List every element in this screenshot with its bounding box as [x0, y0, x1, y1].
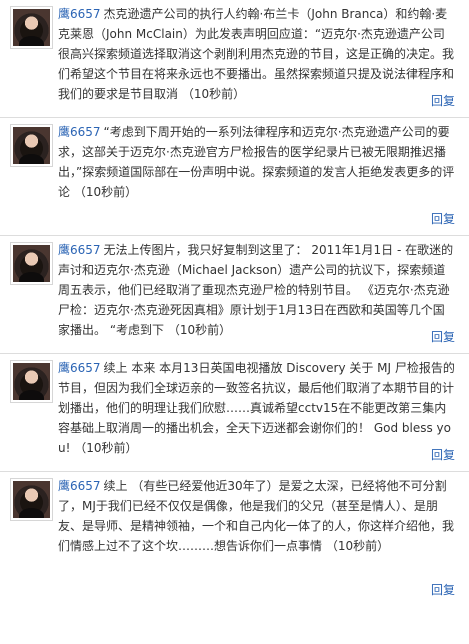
comment-text: “考虑到下周开始的一系列法律程序和迈克尔·杰克逊遗产公司的要求，这部关于迈克尔·… — [58, 125, 455, 199]
reply-link[interactable]: 回复 — [431, 210, 455, 227]
reply-link[interactable]: 回复 — [431, 446, 455, 463]
comment-text: 续上 （有些已经爱他近30年了）是爱之太深，已经将他不可分割了，MJ于我们已经不… — [58, 479, 455, 553]
reply-link[interactable]: 回复 — [431, 581, 455, 598]
user-avatar-image — [13, 9, 50, 46]
comment-body: 鹰6657 “考虑到下周开始的一系列法律程序和迈克尔·杰克逊遗产公司的要求，这部关… — [58, 122, 455, 202]
comment-item: 鹰6657 杰克逊遗产公司的执行人约翰·布兰卡（John Branca）和约翰·麦… — [0, 0, 469, 118]
avatar[interactable] — [10, 124, 53, 167]
comment-username-link[interactable]: 鹰6657 — [58, 7, 101, 21]
comment-body: 鹰6657 杰克逊遗产公司的执行人约翰·布兰卡（John Branca）和约翰·麦… — [58, 4, 455, 104]
avatar[interactable] — [10, 478, 53, 521]
comment-item: 鹰6657 续上 本来 本月13日英国电视播放 Discovery 关于 MJ 尸… — [0, 354, 469, 472]
comment-text: 续上 本来 本月13日英国电视播放 Discovery 关于 MJ 尸检报告的节… — [58, 361, 455, 455]
user-avatar-image — [13, 481, 50, 518]
comment-body: 鹰6657 续上 （有些已经爱他近30年了）是爱之太深，已经将他不可分割了，MJ于… — [58, 476, 455, 556]
comment-item: 鹰6657 无法上传图片，我只好复制到这里了： 2011年1月1日 - 在歌迷的声… — [0, 236, 469, 354]
comment-username-link[interactable]: 鹰6657 — [58, 243, 101, 257]
avatar[interactable] — [10, 360, 53, 403]
comment-item: 鹰6657 “考虑到下周开始的一系列法律程序和迈克尔·杰克逊遗产公司的要求，这部关… — [0, 118, 469, 236]
comment-body: 鹰6657 续上 本来 本月13日英国电视播放 Discovery 关于 MJ 尸… — [58, 358, 455, 458]
comment-username-link[interactable]: 鹰6657 — [58, 361, 101, 375]
comment-body: 鹰6657 无法上传图片，我只好复制到这里了： 2011年1月1日 - 在歌迷的声… — [58, 240, 455, 340]
comment-username-link[interactable]: 鹰6657 — [58, 479, 101, 493]
user-avatar-image — [13, 363, 50, 400]
comment-text: 无法上传图片，我只好复制到这里了： 2011年1月1日 - 在歌迷的声讨和迈克尔… — [58, 243, 454, 337]
comment-list: 鹰6657 杰克逊遗产公司的执行人约翰·布兰卡（John Branca）和约翰·麦… — [0, 0, 469, 606]
avatar[interactable] — [10, 242, 53, 285]
comment-item: 鹰6657 续上 （有些已经爱他近30年了）是爱之太深，已经将他不可分割了，MJ于… — [0, 472, 469, 606]
avatar[interactable] — [10, 6, 53, 49]
comment-text: 杰克逊遗产公司的执行人约翰·布兰卡（John Branca）和约翰·麦克莱恩（J… — [58, 7, 455, 101]
reply-link[interactable]: 回复 — [431, 92, 455, 109]
user-avatar-image — [13, 245, 50, 282]
user-avatar-image — [13, 127, 50, 164]
reply-link[interactable]: 回复 — [431, 328, 455, 345]
comment-username-link[interactable]: 鹰6657 — [58, 125, 101, 139]
